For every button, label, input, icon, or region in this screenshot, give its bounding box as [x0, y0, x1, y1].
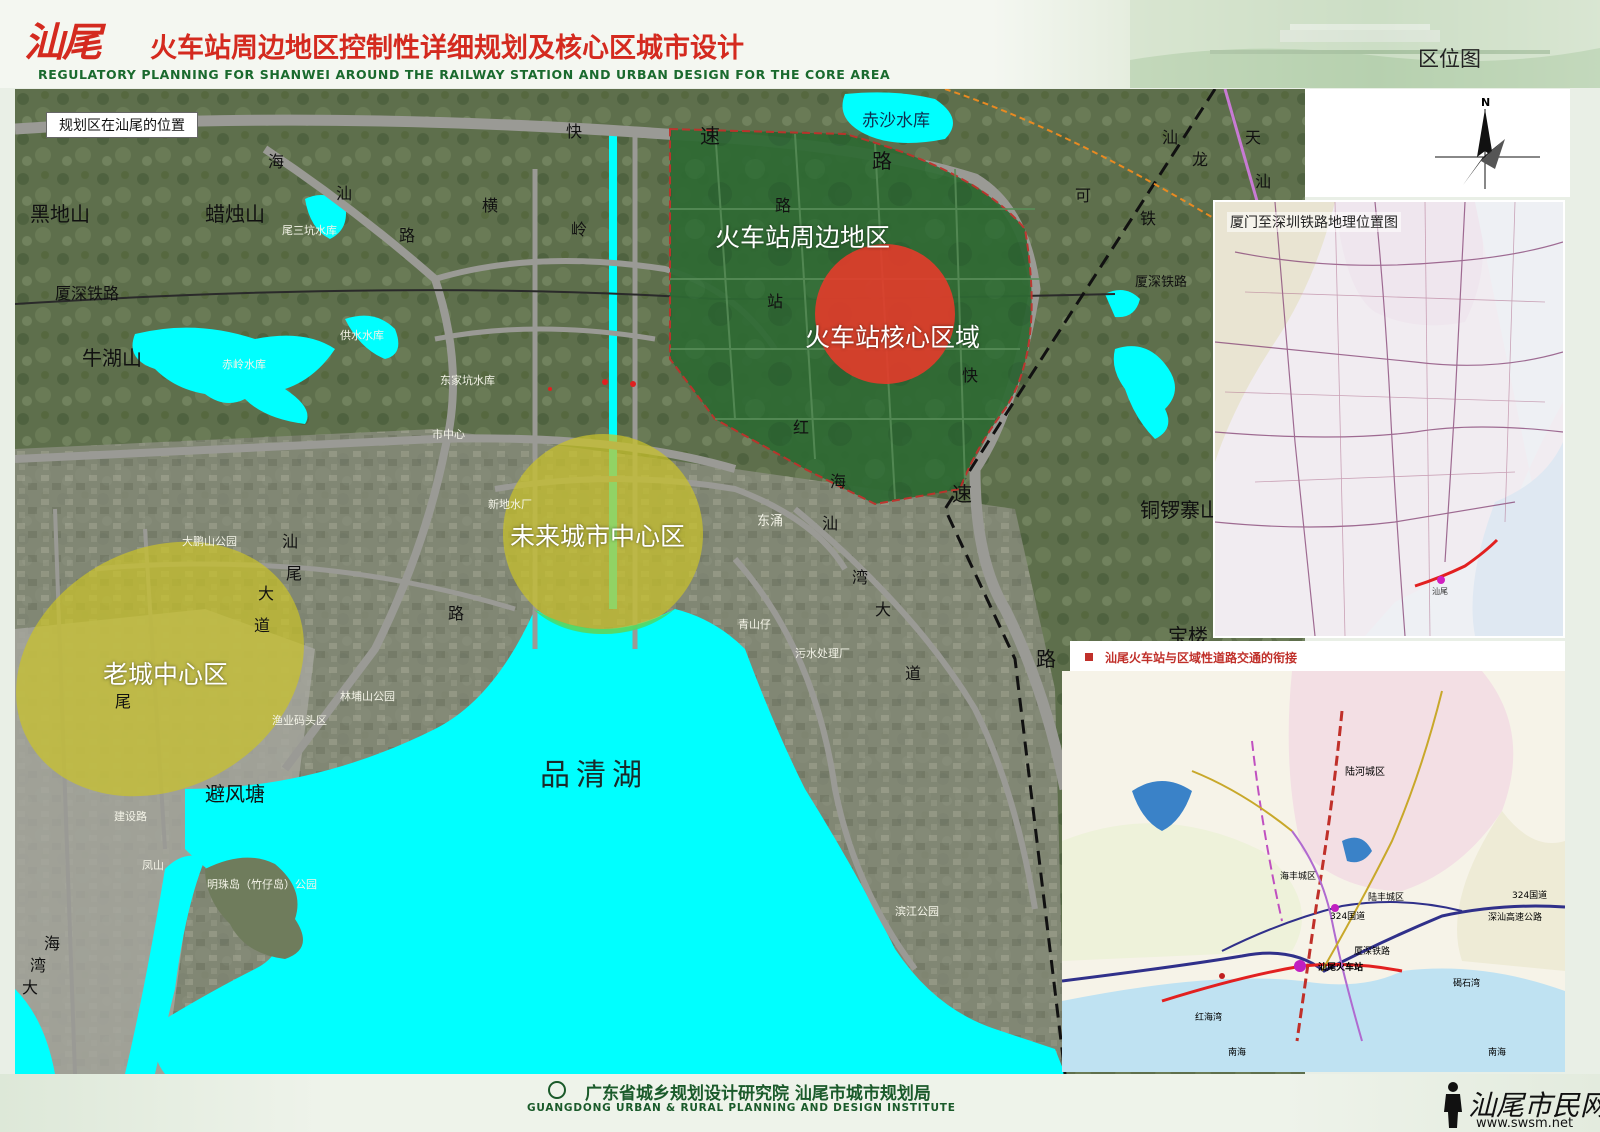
road-char: 大 — [22, 978, 39, 997]
road-char: 速 — [952, 482, 972, 506]
label-pinqing-lake: 品清湖 — [540, 758, 648, 793]
road-char: 汕 — [336, 184, 353, 203]
zone-label-future-center: 未来城市中心区 — [510, 522, 686, 551]
institute-logo-icon — [548, 1081, 566, 1099]
road-char: 海 — [44, 934, 61, 953]
road-char: 横 — [482, 196, 499, 215]
road-char: 岭 — [571, 220, 588, 239]
page-title: 火车站周边地区控制性详细规划及核心区城市设计 — [150, 33, 744, 64]
road-char: 汕 — [1162, 128, 1179, 147]
road-char: 海 — [830, 472, 847, 491]
zone-label-station-core: 火车站核心区域 — [805, 323, 981, 352]
label-sewage: 污水处理厂 — [795, 647, 850, 660]
sheet-name: 区位图 — [1418, 47, 1481, 71]
inset2-label-station: 汕尾火车站 — [1318, 963, 1364, 973]
label-bifeng-pond: 避风塘 — [205, 782, 265, 806]
inset-railway-map — [1213, 200, 1565, 638]
inset2-label-road324b: 324国道 — [1512, 891, 1548, 901]
label-island-park: 明珠岛（竹仔岛）公园 — [207, 878, 317, 891]
label-dapeng-park: 大鹏山公园 — [182, 535, 237, 548]
inset2-title: 汕尾火车站与区域性道路交通的衔接 — [1105, 651, 1298, 665]
road-char: 汕 — [1255, 172, 1272, 191]
label-qingshan: 青山仔 — [738, 618, 771, 631]
inset2-station-marker — [1294, 960, 1306, 972]
label-jiangxi-park: 滨江公园 — [895, 905, 939, 918]
road-char: 快 — [566, 122, 583, 141]
label-chisha-reservoir: 赤沙水库 — [862, 111, 930, 131]
label-linpu-park: 林埔山公园 — [340, 690, 395, 703]
road-char: 海 — [268, 152, 285, 171]
label-tonglaozhaishan: 铜锣寨山 — [1140, 498, 1220, 522]
label-lazhushan: 蜡烛山 — [205, 202, 265, 226]
header-photo-strip — [1130, 0, 1600, 88]
road-char: 道 — [254, 616, 271, 635]
road-char: 路 — [448, 604, 465, 623]
watermark-figure-icon — [1444, 1082, 1462, 1128]
road-char: 路 — [775, 196, 792, 215]
north-label: N — [1481, 96, 1491, 109]
inset2-label-nanhai-2: 南海 — [1488, 1048, 1507, 1058]
label-chiling-reservoir: 赤岭水库 — [222, 358, 266, 371]
inset2-label-honghai-bay: 红海湾 — [1195, 1013, 1223, 1023]
road-char: 快 — [962, 366, 979, 385]
road-char: 站 — [767, 292, 784, 311]
brand-logo-text: 汕尾 — [24, 19, 102, 66]
road-char: 尾 — [286, 564, 303, 583]
label-city-center: 市中心 — [432, 428, 465, 441]
inset2-label-expressway: 深汕高速公路 — [1488, 913, 1543, 923]
label-fengshan: 凤山 — [142, 859, 164, 872]
inset2-label-nanhai-1: 南海 — [1228, 1048, 1247, 1058]
label-dongyong: 东涌 — [757, 514, 784, 529]
road-char: 龙 — [1192, 150, 1209, 169]
north-arrow-panel — [1305, 89, 1570, 197]
road-char: 道 — [905, 664, 922, 683]
inset2-label-luhe: 陆河城区 — [1345, 767, 1385, 778]
inset2-bullet-icon — [1085, 653, 1093, 661]
road-char: 铁 — [1140, 209, 1157, 228]
road-char: 大 — [875, 600, 892, 619]
station-core-circle — [815, 244, 955, 384]
inset1-title: 厦门至深圳铁路地理位置图 — [1227, 212, 1401, 232]
road-char: 汕 — [822, 514, 839, 533]
road-char: 湾 — [852, 568, 869, 587]
page-title-english: REGULATORY PLANNING FOR SHANWEI AROUND T… — [38, 67, 891, 82]
footer-organization-english: GUANGDONG URBAN & RURAL PLANNING AND DES… — [527, 1102, 956, 1114]
inset1-city-label: 汕尾 — [1432, 587, 1448, 596]
inset2-label-jieshi-bay: 碣石湾 — [1453, 979, 1481, 989]
road-char: 路 — [872, 149, 892, 173]
inset2-label-lufeng-city: 陆丰城区 — [1368, 893, 1405, 903]
label-fishery: 渔业码头区 — [272, 714, 327, 727]
road-char: 路 — [1036, 647, 1056, 671]
watermark-url: www.swsm.net — [1476, 1116, 1574, 1131]
label-heidishan: 黑地山 — [30, 202, 90, 226]
road-char: 大 — [258, 584, 275, 603]
label-jianshe-road: 建设路 — [114, 810, 147, 823]
label-xiashen-railway-left: 厦深铁路 — [55, 284, 120, 303]
inset2-label-road324a: 324国道 — [1330, 912, 1366, 922]
footer-organization: 广东省城乡规划设计研究院 汕尾市城市规划局 — [585, 1084, 931, 1104]
inset1-canvas — [1214, 201, 1564, 637]
road-char: 湾 — [30, 956, 47, 975]
zone-label-station-area: 火车站周边地区 — [715, 223, 891, 252]
north-arrow-icon — [1435, 109, 1540, 189]
label-xiashen-railway-right: 厦深铁路 — [1135, 275, 1188, 290]
road-char: 汕 — [282, 532, 299, 551]
road-char: 红 — [793, 418, 810, 437]
label-niuhushan: 牛湖山 — [82, 346, 142, 370]
label-gongshui-reservoir: 供水水库 — [340, 329, 384, 342]
label-weisankeng-reservoir: 尾三坑水库 — [282, 224, 337, 237]
road-char: 尾 — [115, 692, 132, 711]
map-location-tag: 规划区在汕尾的位置 — [46, 112, 198, 138]
inset1-shanwei-marker — [1437, 576, 1445, 584]
road-char: 可 — [1075, 186, 1092, 205]
label-xinshuichang: 新地水厂 — [488, 498, 532, 511]
road-char: 路 — [399, 226, 416, 245]
inset2-label-haifeng: 海丰城区 — [1280, 872, 1317, 882]
road-char: 速 — [700, 124, 720, 148]
road-char: 天 — [1245, 128, 1262, 147]
inset2-label-xiashen: 厦深铁路 — [1354, 947, 1391, 957]
zone-label-old-center: 老城中心区 — [103, 660, 229, 689]
label-dongjiakeng-reservoir: 东家坑水库 — [440, 374, 495, 387]
